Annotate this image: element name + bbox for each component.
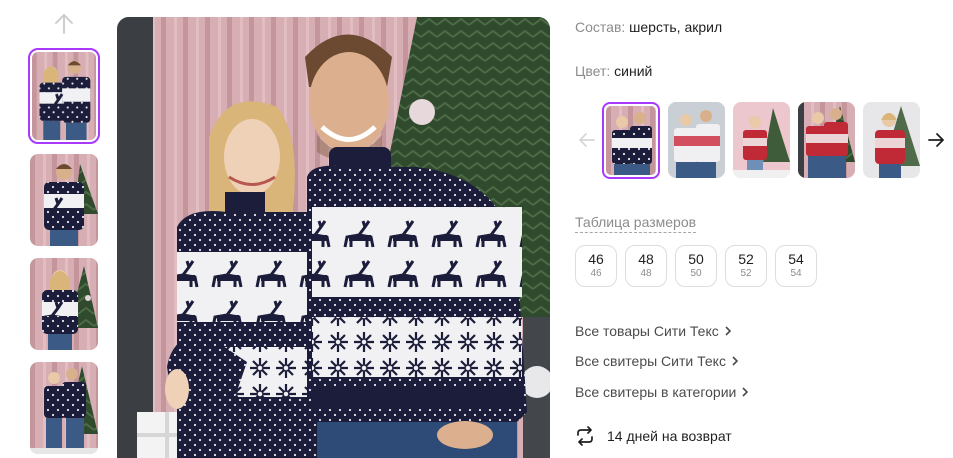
red-woman-swatch-photo [863, 102, 920, 178]
size-label: 48 [638, 251, 654, 267]
all-brand-products-link[interactable]: Все товары Сити Текс [575, 323, 732, 339]
pink-swatch-photo [733, 102, 790, 178]
size-option-54[interactable]: 54 54 [775, 245, 817, 287]
chevron-right-icon [742, 387, 749, 397]
main-product-photo[interactable] [117, 17, 550, 458]
gallery-thumb-1[interactable] [28, 48, 100, 144]
size-option-46[interactable]: 46 46 [575, 245, 617, 287]
size-sublabel: 50 [690, 268, 702, 279]
size-label: 46 [588, 251, 604, 267]
gallery-thumb-2[interactable] [30, 154, 98, 246]
gallery-thumb-4[interactable] [30, 362, 98, 454]
link-label: Все свитеры Сити Текс [575, 353, 726, 369]
size-label: 50 [688, 251, 704, 267]
size-option-50[interactable]: 50 50 [675, 245, 717, 287]
return-arrows-icon [577, 426, 593, 446]
size-label: 52 [738, 251, 754, 267]
color-label: Цвет: [575, 63, 611, 79]
composition-label: Состав: [575, 19, 626, 35]
returns-text: 14 дней на возврат [607, 428, 732, 444]
couple-standing-thumb [30, 362, 98, 454]
all-brand-sweaters-link[interactable]: Все свитеры Сити Текс [575, 353, 739, 369]
link-label: Все товары Сити Текс [575, 323, 719, 339]
size-sublabel: 46 [590, 268, 602, 279]
composition-value: шерсть, акрил [629, 19, 723, 35]
color-line: Цвет: синий [575, 63, 652, 79]
white-swatch-photo [668, 102, 725, 178]
size-table-link[interactable]: Таблица размеров [575, 214, 697, 233]
colors-prev-arrow-icon[interactable] [577, 130, 597, 150]
colors-next-arrow-icon[interactable] [926, 130, 946, 150]
all-category-sweaters-link[interactable]: Все свитеры в категории [575, 384, 749, 400]
size-option-48[interactable]: 48 48 [625, 245, 667, 287]
gallery-up-arrow-icon[interactable] [53, 12, 75, 36]
color-option-red-woman[interactable] [863, 102, 920, 178]
color-value: синий [614, 63, 653, 79]
red-couple-swatch-photo [798, 102, 855, 178]
color-option-pink-bg[interactable] [733, 102, 790, 178]
returns-info: 14 дней на возврат [575, 426, 732, 446]
color-option-red[interactable] [798, 102, 855, 178]
composition-line: Состав: шерсть, акрил [575, 19, 722, 35]
size-sublabel: 48 [640, 268, 652, 279]
link-label: Все свитеры в категории [575, 384, 737, 400]
chevron-right-icon [725, 326, 731, 336]
couple-photo-thumb [32, 52, 96, 140]
navy-swatch-photo [606, 106, 656, 175]
chevron-right-icon [732, 356, 739, 366]
man-photo-thumb [30, 154, 98, 246]
size-option-52[interactable]: 52 52 [725, 245, 767, 287]
gallery-thumb-3[interactable] [30, 258, 98, 350]
color-option-navy[interactable] [602, 102, 660, 179]
size-label: 54 [788, 251, 804, 267]
woman-photo-thumb [30, 258, 98, 350]
size-sublabel: 54 [790, 268, 802, 279]
size-sublabel: 52 [740, 268, 752, 279]
color-option-white[interactable] [668, 102, 725, 178]
